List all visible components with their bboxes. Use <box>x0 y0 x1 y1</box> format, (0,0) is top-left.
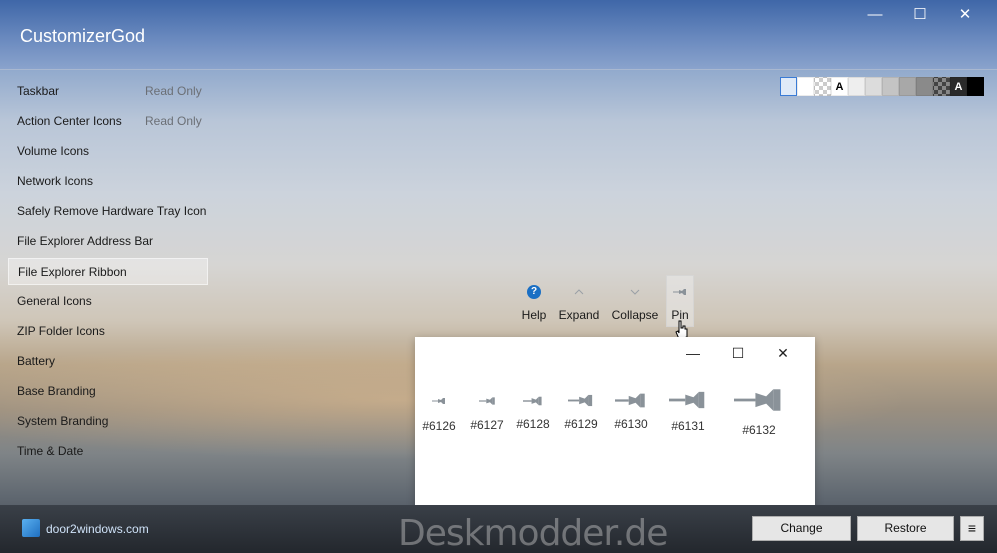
icon-id-label: #6131 <box>671 419 705 433</box>
close-icon: ✕ <box>958 6 972 23</box>
sidebar-item-time-date[interactable]: Time & Date <box>8 438 208 465</box>
help-label: Help <box>521 308 547 322</box>
watermark: Deskmodder.de <box>398 513 668 553</box>
sidebar-item-battery[interactable]: Battery <box>8 348 208 375</box>
sidebar-item-safely-remove-hardware[interactable]: Safely Remove Hardware Tray Icon <box>8 198 208 225</box>
pin-icon <box>523 396 542 406</box>
chevron-up-icon <box>557 278 601 304</box>
swatch-checker[interactable] <box>814 77 831 96</box>
pin-icon-6130[interactable]: #6130 <box>607 391 655 431</box>
sidebar-item-label: Volume Icons <box>17 144 90 158</box>
sidebar-item-general-icons[interactable]: General Icons <box>8 288 208 315</box>
chevron-down-icon <box>610 278 660 304</box>
sidebar-item-file-explorer-ribbon[interactable]: File Explorer Ribbon <box>8 258 208 285</box>
collapse-button[interactable]: Collapse <box>610 278 660 322</box>
expand-button[interactable]: Expand <box>557 278 601 322</box>
pin-icon <box>734 389 781 411</box>
pin-icon-6127[interactable]: #6127 <box>467 396 507 432</box>
close-button[interactable]: ✕ <box>943 4 987 26</box>
swatch-checker-dark[interactable] <box>933 77 950 96</box>
swatch-grey-1[interactable] <box>848 77 865 96</box>
read-only-badge: Read Only <box>145 114 202 128</box>
pin-icon-6129[interactable]: #6129 <box>559 393 603 431</box>
help-icon: ? <box>527 284 541 299</box>
sidebar-item-label: Battery <box>17 354 56 368</box>
sidebar-item-label: Network Icons <box>17 174 94 188</box>
popup-minimize-button[interactable]: — <box>673 343 713 363</box>
sidebar-item-volume-icons[interactable]: Volume Icons <box>8 138 208 165</box>
title-bar: CustomizerGod — ☐ ✕ <box>0 0 997 70</box>
hamburger-icon: ≡ <box>967 520 977 536</box>
minimize-button[interactable]: — <box>853 4 897 26</box>
pin-icon-6126[interactable]: #6126 <box>421 397 457 433</box>
pin-icon <box>615 393 645 408</box>
sidebar-item-action-center-icons[interactable]: Action Center Icons Read Only <box>8 108 208 135</box>
icon-id-label: #6130 <box>614 417 648 431</box>
icon-preview-window: — ☐ ✕ #6126 #6127 #6128 #6129 #6130 #613… <box>415 337 815 510</box>
website-link[interactable]: door2windows.com <box>46 522 149 536</box>
restore-button[interactable]: Restore <box>857 516 954 541</box>
pin-icon-6128[interactable]: #6128 <box>513 395 553 431</box>
swatch-text-dark[interactable]: A <box>950 77 967 96</box>
icon-id-label: #6132 <box>742 423 776 437</box>
swatch-black[interactable] <box>967 77 984 96</box>
sidebar-item-label: Time & Date <box>17 444 84 458</box>
sidebar-item-label: ZIP Folder Icons <box>17 324 105 338</box>
popup-close-button[interactable]: ✕ <box>763 343 803 363</box>
swatch-grey-4[interactable] <box>899 77 916 96</box>
maximize-icon: ☐ <box>731 345 745 361</box>
swatch-white[interactable] <box>797 77 814 96</box>
sidebar-item-file-explorer-address-bar[interactable]: File Explorer Address Bar <box>8 228 208 255</box>
background-swatches: A A <box>780 77 984 96</box>
collapse-label: Collapse <box>611 308 659 322</box>
swatch-grey-2[interactable] <box>865 77 882 96</box>
help-button[interactable]: ? Help <box>519 278 549 322</box>
sidebar-item-label: Action Center Icons <box>17 114 122 128</box>
icon-id-label: #6126 <box>422 419 456 433</box>
popup-maximize-button[interactable]: ☐ <box>718 343 758 363</box>
pin-icon <box>669 391 705 409</box>
maximize-button[interactable]: ☐ <box>898 4 942 26</box>
sidebar-item-taskbar[interactable]: Taskbar Read Only <box>8 78 208 105</box>
sidebar-item-system-branding[interactable]: System Branding <box>8 408 208 435</box>
pin-icon-6131[interactable]: #6131 <box>663 389 713 433</box>
sidebar-item-zip-folder-icons[interactable]: ZIP Folder Icons <box>8 318 208 345</box>
swatch-text-white[interactable]: A <box>831 77 848 96</box>
pin-icon-6132[interactable]: #6132 <box>731 385 787 437</box>
swatch-grey-3[interactable] <box>882 77 899 96</box>
menu-button[interactable]: ≡ <box>960 516 984 541</box>
sidebar-item-label: Taskbar <box>17 84 60 98</box>
pin-icon <box>478 397 495 405</box>
sidebar-item-label: General Icons <box>17 294 92 308</box>
sidebar-item-label: Base Branding <box>17 384 96 398</box>
pin-icon <box>666 278 694 304</box>
expand-label: Expand <box>558 308 600 322</box>
swatch-light-blue[interactable] <box>780 77 797 96</box>
door2windows-logo-icon <box>22 519 40 537</box>
app-title: CustomizerGod <box>20 26 146 46</box>
sidebar-item-base-branding[interactable]: Base Branding <box>8 378 208 405</box>
pin-icon <box>568 394 593 407</box>
read-only-badge: Read Only <box>145 84 202 98</box>
minimize-icon: — <box>686 345 700 361</box>
sidebar-item-network-icons[interactable]: Network Icons <box>8 168 208 195</box>
close-icon: ✕ <box>777 345 789 361</box>
sidebar-item-label: Safely Remove Hardware Tray Icon <box>17 204 207 218</box>
pin-button[interactable]: Pin <box>666 278 694 322</box>
minimize-icon: — <box>867 6 883 23</box>
icon-id-label: #6128 <box>516 417 550 431</box>
bottom-bar: door2windows.com Deskmodder.de Change Re… <box>0 505 997 553</box>
sidebar: Taskbar Read Only Action Center Icons Re… <box>8 78 208 468</box>
change-button[interactable]: Change <box>752 516 851 541</box>
icon-id-label: #6127 <box>470 418 504 432</box>
sidebar-item-label: File Explorer Ribbon <box>18 265 127 279</box>
pin-icon <box>432 398 445 404</box>
sidebar-item-label: File Explorer Address Bar <box>17 234 154 248</box>
sidebar-item-label: System Branding <box>17 414 109 428</box>
icon-id-label: #6129 <box>564 417 598 431</box>
swatch-grey-5[interactable] <box>916 77 933 96</box>
maximize-icon: ☐ <box>913 6 927 23</box>
